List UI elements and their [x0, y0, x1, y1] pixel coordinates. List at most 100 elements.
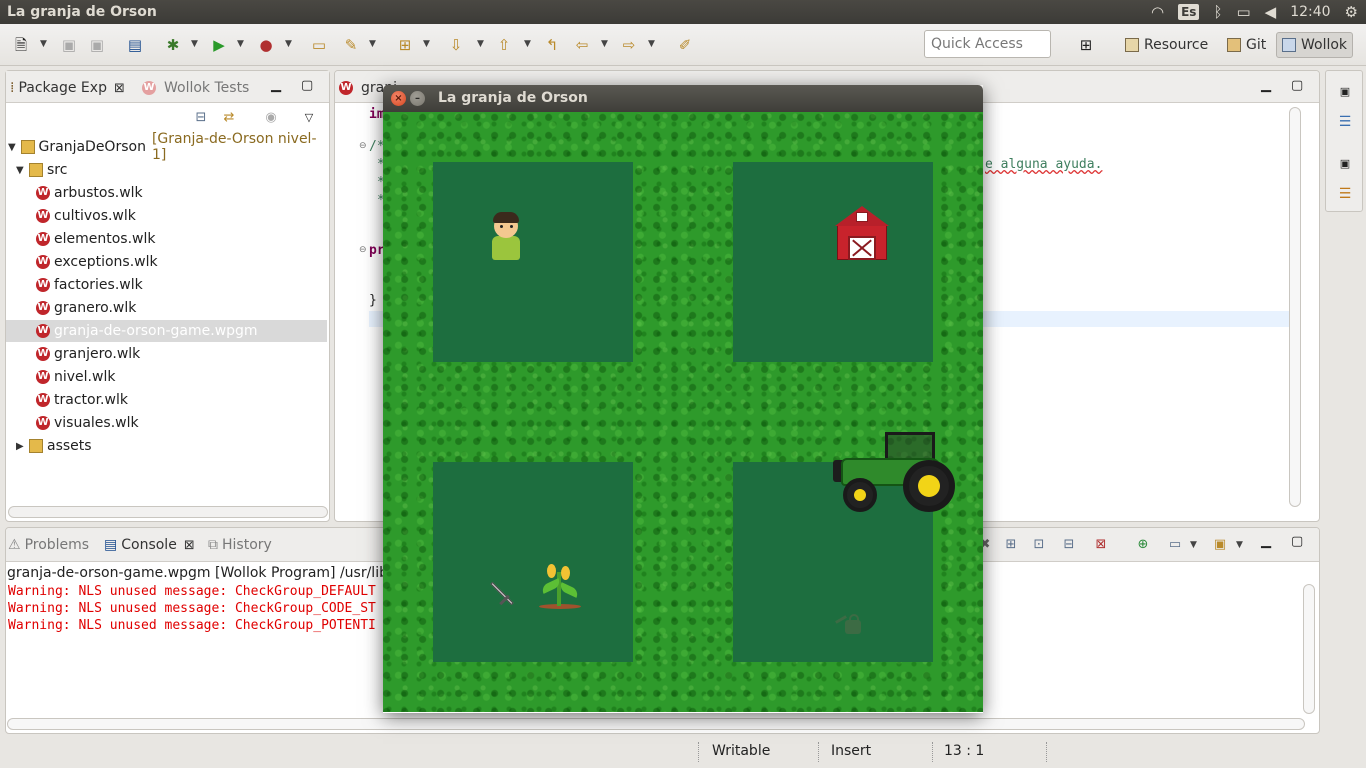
minimize-console-icon[interactable]: ▁ [1261, 534, 1271, 549]
open-perspective-icon[interactable]: ⊞ [1077, 36, 1095, 54]
code-close-brace[interactable]: } [369, 293, 377, 308]
terminal-icon[interactable]: ▤ [126, 36, 144, 54]
prev-annotation-icon[interactable]: ⇧ [495, 36, 513, 54]
minimize-view-icon[interactable]: ▁ [271, 78, 281, 93]
wand-icon[interactable]: ✎ [342, 36, 360, 54]
collapse-all-icon[interactable]: ⊟ [192, 109, 210, 127]
maximize-editor-icon[interactable]: ▢ [1291, 78, 1303, 93]
expand-arrow-icon[interactable]: ▼ [16, 165, 26, 176]
game-board[interactable] [383, 112, 983, 712]
expand-arrow-icon[interactable]: ▼ [8, 142, 18, 153]
window-minimize-icon[interactable]: – [410, 91, 425, 106]
volume-icon[interactable]: ◀ [1265, 3, 1277, 21]
run-icon[interactable]: ▶ [210, 36, 228, 54]
tab-wollok-tests[interactable]: W Wollok Tests [142, 77, 249, 99]
run-dropdown-arrow[interactable]: ▼ [237, 39, 244, 49]
debug-dropdown-arrow[interactable]: ▼ [191, 39, 198, 49]
maximize-view-icon[interactable]: ▢ [301, 78, 313, 93]
tree-item-file-selected[interactable]: W granja-de-orson-game.wpgm [6, 320, 327, 342]
tree-item-file[interactable]: W nivel.wlk [6, 366, 327, 388]
forward-icon[interactable]: ⇨ [620, 36, 638, 54]
close-icon[interactable]: ⊠ [114, 81, 125, 96]
open-console-icon[interactable]: ▣ [1211, 536, 1229, 554]
forward-dropdown-arrow[interactable]: ▼ [648, 39, 655, 49]
tree-item-file[interactable]: W granero.wlk [6, 297, 327, 319]
perspective-resource[interactable]: Resource [1120, 32, 1213, 58]
tab-problems[interactable]: ⚠ Problems [8, 534, 89, 556]
tree-item-src[interactable]: ▼ src [6, 159, 327, 181]
restore-icon[interactable]: ▣ [1336, 155, 1354, 173]
external-tools-dropdown-arrow[interactable]: ▼ [285, 39, 292, 49]
perspective-wollok[interactable]: Wollok [1276, 32, 1354, 58]
pin-console-icon[interactable]: ⊕ [1134, 536, 1152, 554]
tree-item-file[interactable]: W elementos.wlk [6, 228, 327, 250]
open-folder-icon[interactable]: ▭ [310, 36, 328, 54]
back-icon[interactable]: ⇦ [573, 36, 591, 54]
tree-item-file[interactable]: W arbustos.wlk [6, 182, 327, 204]
open-type-icon[interactable]: ⊞ [396, 36, 414, 54]
focus-icon[interactable]: ◉ [262, 109, 280, 127]
open-type-dropdown-arrow[interactable]: ▼ [423, 39, 430, 49]
console-warning-line[interactable]: Warning: NLS unused message: CheckGroup_… [8, 584, 376, 599]
tree-item-file[interactable]: W cultivos.wlk [6, 205, 327, 227]
tab-package-explorer[interactable]: ⁞ Package Exp ⊠ [10, 77, 125, 99]
clock[interactable]: 12:40 [1290, 4, 1330, 20]
minimize-editor-icon[interactable]: ▁ [1261, 78, 1271, 93]
display-console-icon[interactable]: ▭ [1166, 536, 1184, 554]
tree-item-file[interactable]: W tractor.wlk [6, 389, 327, 411]
tree-item-assets[interactable]: ▶ assets [6, 435, 327, 457]
console-vertical-scrollbar[interactable] [1303, 584, 1315, 714]
close-icon[interactable]: ⊠ [184, 538, 195, 553]
console-warning-line[interactable]: Warning: NLS unused message: CheckGroup_… [8, 618, 376, 633]
maximize-console-icon[interactable]: ▢ [1291, 534, 1303, 549]
editor-vertical-scrollbar[interactable] [1289, 107, 1301, 507]
keyboard-layout-indicator[interactable]: Es [1178, 4, 1200, 20]
tree-item-file[interactable]: W factories.wlk [6, 274, 327, 296]
word-wrap-icon[interactable]: ⊠ [1092, 536, 1110, 554]
wifi-icon[interactable]: ◠ [1151, 3, 1164, 21]
game-window-titlebar[interactable]: × – La granja de Orson [383, 85, 983, 112]
horizontal-scrollbar[interactable] [8, 506, 328, 518]
new-icon[interactable]: 🗎 [12, 36, 30, 54]
tree-item-file[interactable]: W visuales.wlk [6, 412, 327, 434]
tree-item-file[interactable]: W granjero.wlk [6, 343, 327, 365]
tab-console[interactable]: ▤ Console ⊠ [104, 534, 195, 556]
battery-icon[interactable]: ▭ [1236, 3, 1250, 21]
clear-console-icon[interactable]: ⊡ [1030, 536, 1048, 554]
collapse-arrow-icon[interactable]: ▶ [16, 441, 26, 452]
link-editor-icon[interactable]: ⇄ [220, 109, 238, 127]
view-menu-icon[interactable]: ▽ [300, 109, 318, 127]
save-icon[interactable]: ▣ [60, 36, 78, 54]
open-console-dropdown-arrow[interactable]: ▼ [1236, 540, 1243, 550]
tab-history[interactable]: ⧉ History [208, 534, 272, 556]
fold-toggle-icon[interactable]: ⊖ [359, 245, 367, 255]
tree-item-file[interactable]: W exceptions.wlk [6, 251, 327, 273]
outline-icon[interactable]: ☰ [1336, 113, 1354, 131]
quick-access-input[interactable]: Quick Access [924, 30, 1051, 58]
scroll-lock-icon[interactable]: ⊟ [1060, 536, 1078, 554]
restore-icon[interactable]: ▣ [1336, 83, 1354, 101]
remove-all-icon[interactable]: ⊞ [1002, 536, 1020, 554]
bluetooth-icon[interactable]: ᛒ [1213, 3, 1222, 21]
tasks-icon[interactable]: ☰ [1336, 185, 1354, 203]
back-dropdown-arrow[interactable]: ▼ [601, 39, 608, 49]
debug-icon[interactable]: ✱ [164, 36, 182, 54]
pin-editor-icon[interactable]: ✐ [676, 36, 694, 54]
tree-item-project[interactable]: ▼ GranjaDeOrson [Granja-de-Orson nivel-1… [6, 131, 327, 163]
last-edit-icon[interactable]: ↰ [543, 36, 561, 54]
display-console-dropdown-arrow[interactable]: ▼ [1190, 540, 1197, 550]
code-comment-text[interactable]: e alguna ayuda. [985, 157, 1102, 172]
console-warning-line[interactable]: Warning: NLS unused message: CheckGroup_… [8, 601, 376, 616]
perspective-git[interactable]: Git [1222, 32, 1271, 58]
next-annotation-dropdown-arrow[interactable]: ▼ [477, 39, 484, 49]
new-dropdown-arrow[interactable]: ▼ [40, 39, 47, 49]
fold-toggle-icon[interactable]: ⊖ [359, 141, 367, 151]
console-horizontal-scrollbar[interactable] [7, 718, 1305, 730]
game-window[interactable]: × – La granja de Orson [383, 85, 983, 713]
prev-annotation-dropdown-arrow[interactable]: ▼ [524, 39, 531, 49]
next-annotation-icon[interactable]: ⇩ [447, 36, 465, 54]
wand-dropdown-arrow[interactable]: ▼ [369, 39, 376, 49]
window-close-icon[interactable]: × [391, 91, 406, 106]
settings-gear-icon[interactable]: ⚙ [1345, 3, 1358, 21]
save-all-icon[interactable]: ▣ [88, 36, 106, 54]
